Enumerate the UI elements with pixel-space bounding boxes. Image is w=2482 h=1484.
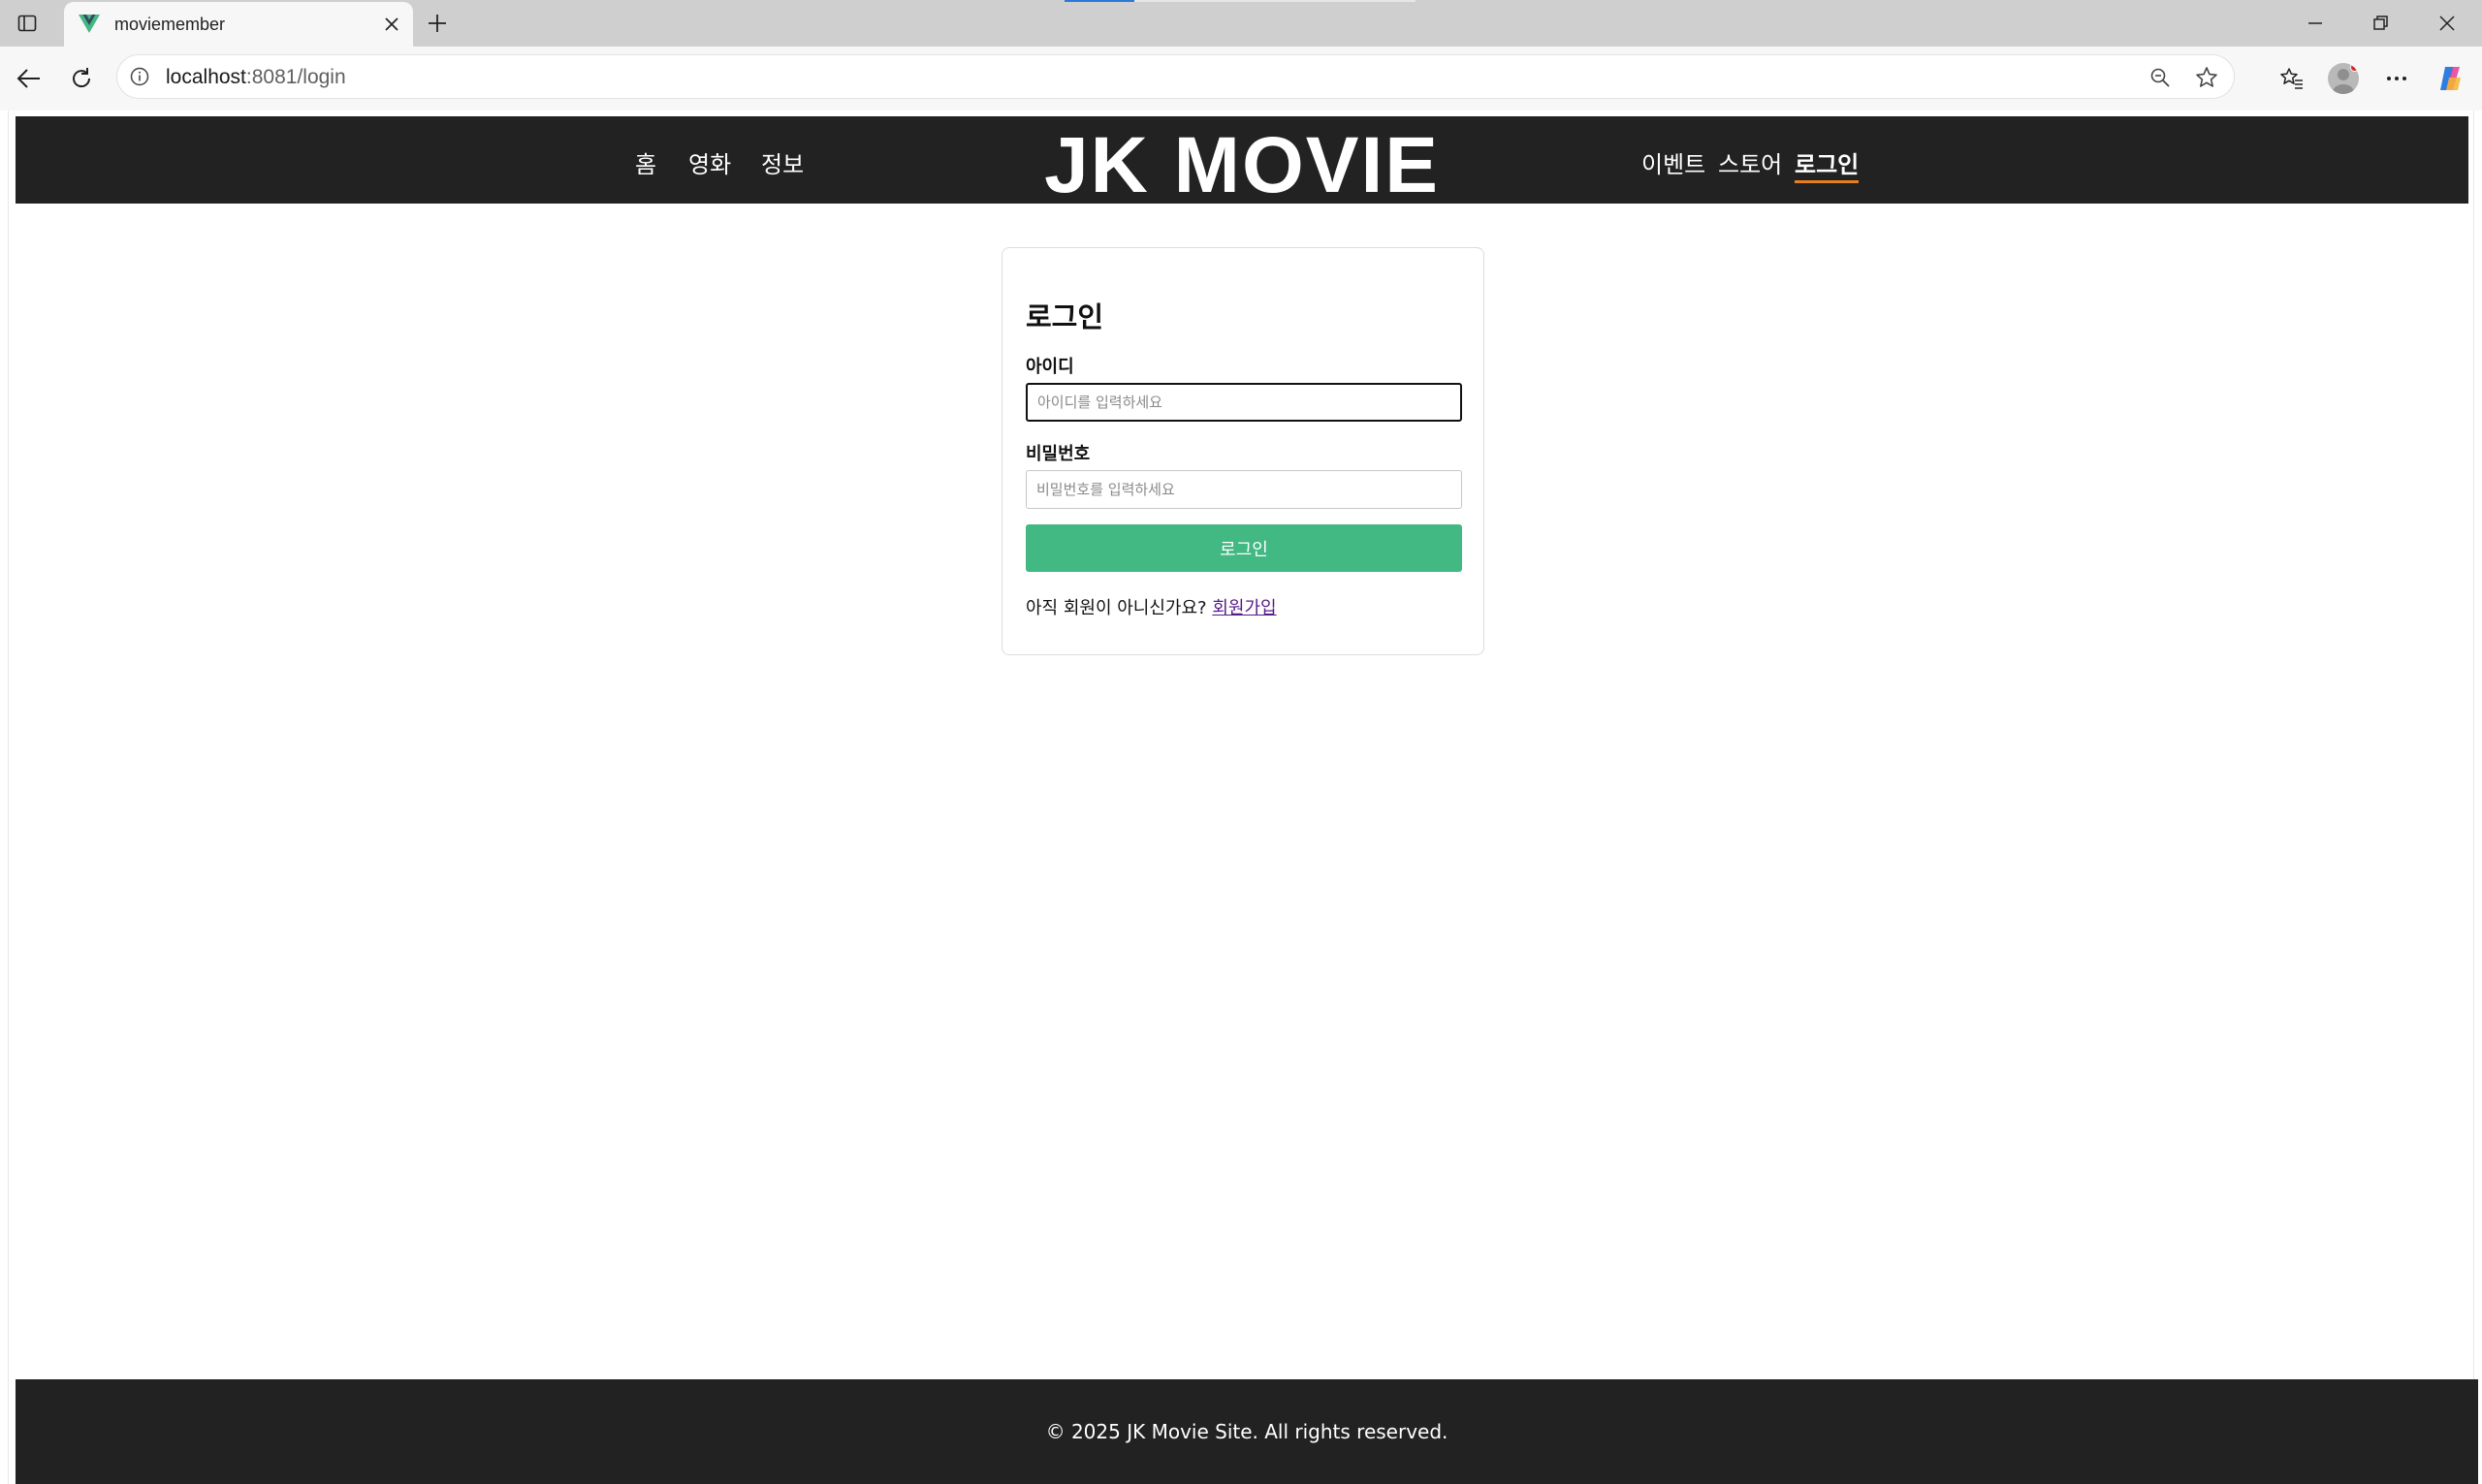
favorites-collection-icon[interactable] (2273, 59, 2311, 98)
minimize-icon[interactable] (2286, 4, 2344, 43)
zoom-out-icon[interactable] (2147, 64, 2174, 91)
site-footer: © 2025 JK Movie Site. All rights reserve… (16, 1379, 2478, 1484)
back-arrow-icon[interactable] (10, 59, 48, 98)
url-path: :8081/login (245, 66, 346, 88)
site-info-icon[interactable] (127, 64, 152, 89)
browser-toolbar: localhost:8081/login (0, 47, 2482, 111)
favorite-star-icon[interactable] (2193, 64, 2220, 91)
password-label: 비밀번호 (1026, 444, 1091, 464)
footer-copyright: © 2025 JK Movie Site. All rights reserve… (1045, 1420, 1448, 1443)
nav-store-link[interactable]: 스토어 (1718, 145, 1782, 179)
login-button[interactable]: 로그인 (1026, 524, 1462, 572)
nav-login-link[interactable]: 로그인 (1795, 145, 1860, 183)
id-input[interactable] (1026, 383, 1462, 422)
page-viewport: 홈 영화 정보 JK MOVIE 이벤트 스토어 로그인 로그인 아이디 비밀번… (8, 111, 2478, 1484)
sidebar-toggle-icon[interactable] (16, 12, 39, 35)
site-header: 홈 영화 정보 JK MOVIE 이벤트 스토어 로그인 (16, 116, 2468, 209)
signup-prompt: 아직 회원이 아니신가요? 회원가입 (1026, 594, 1277, 619)
url-text[interactable]: localhost:8081/login (166, 66, 346, 89)
profile-avatar-icon[interactable] (2328, 63, 2359, 94)
tab-title: moviemember (114, 14, 226, 34)
tab-strip-progress (1065, 0, 1416, 2)
signup-link[interactable]: 회원가입 (1212, 598, 1276, 618)
password-input[interactable] (1026, 470, 1462, 509)
login-title: 로그인 (1026, 300, 1104, 333)
notification-dot (2350, 63, 2359, 72)
signup-prompt-text: 아직 회원이 아니신가요? (1026, 598, 1207, 618)
login-card: 로그인 아이디 비밀번호 로그인 아직 회원이 아니신가요? 회원가입 (1002, 247, 1484, 655)
browser-tab[interactable]: moviemember (64, 2, 413, 47)
more-options-icon[interactable] (2377, 59, 2416, 98)
tab-close-icon[interactable] (374, 7, 409, 42)
restore-icon[interactable] (2352, 4, 2410, 43)
reload-icon[interactable] (62, 59, 101, 98)
close-window-icon[interactable] (2418, 4, 2476, 43)
nav-events-link[interactable]: 이벤트 (1641, 145, 1705, 179)
url-host: localhost (166, 66, 246, 88)
browser-tab-bar: moviemember (0, 0, 2482, 47)
copilot-icon[interactable] (2431, 59, 2469, 98)
new-tab-icon[interactable] (423, 9, 452, 38)
site-logo[interactable]: JK MOVIE (16, 120, 2468, 211)
address-bar[interactable]: localhost:8081/login (116, 54, 2235, 99)
vue-favicon-icon (78, 13, 101, 36)
id-label: 아이디 (1026, 357, 1074, 377)
